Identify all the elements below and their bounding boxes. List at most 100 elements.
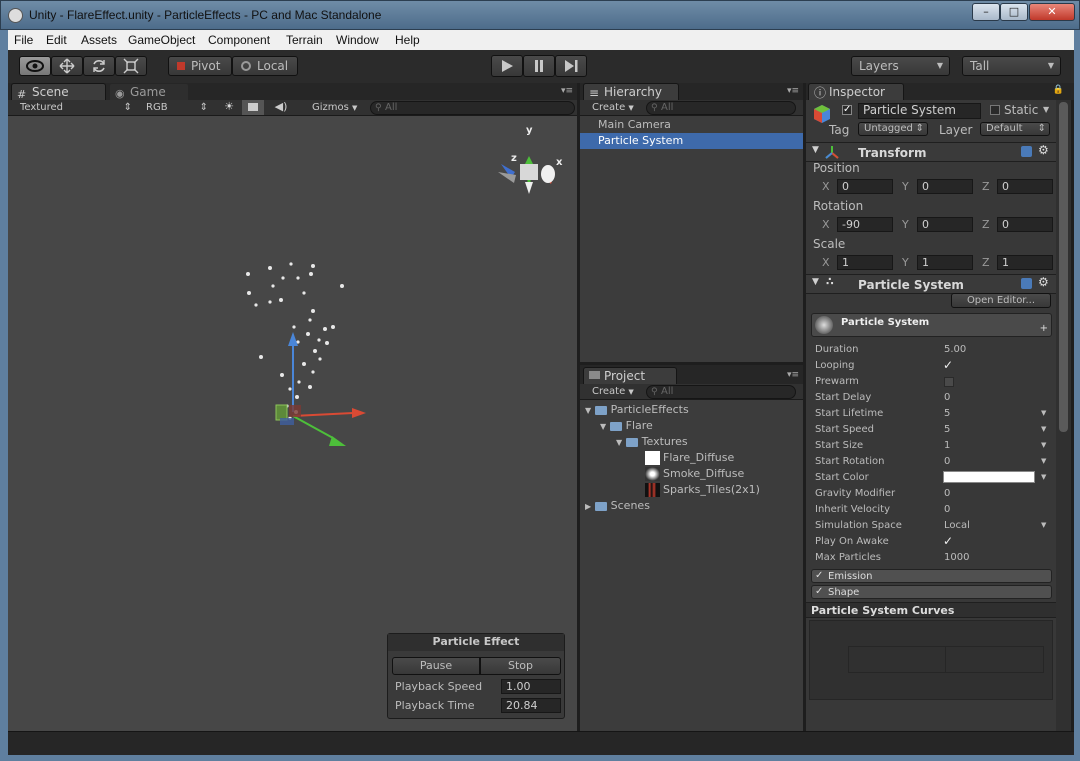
shape-module-header[interactable]: ✓ Shape	[811, 585, 1052, 599]
plus-icon[interactable]: +	[1040, 323, 1048, 334]
lock-icon[interactable]: 🔒	[1053, 85, 1064, 95]
curves-editor[interactable]	[809, 620, 1053, 700]
emission-module-header[interactable]: ✓ Emission	[811, 569, 1052, 583]
setting-value[interactable]: 1000	[944, 552, 969, 563]
tag-dropdown[interactable]: Untagged ⇕	[858, 122, 928, 136]
setting-value[interactable]: 1	[944, 440, 950, 451]
chevron-down-icon[interactable]: ▼	[1041, 441, 1046, 449]
inspector-scrollbar[interactable]	[1056, 100, 1071, 731]
start-color-swatch[interactable]	[943, 471, 1035, 483]
setting-value[interactable]: 5.00	[944, 344, 966, 355]
playback-time-field[interactable]: 20.84	[501, 698, 561, 713]
minimize-button[interactable]: –	[972, 3, 1000, 21]
local-toggle-button[interactable]: Local	[232, 56, 298, 76]
rotation-y-field[interactable]: 0	[917, 217, 973, 232]
object-name-field[interactable]: Particle System	[858, 103, 981, 119]
menu-gameobject[interactable]: GameObject	[128, 33, 195, 47]
looping-checkbox[interactable]: ✓	[943, 359, 953, 371]
pivot-toggle-button[interactable]: Pivot	[168, 56, 232, 76]
setting-value[interactable]: 0	[944, 456, 950, 467]
chevron-down-icon[interactable]: ▼	[1043, 105, 1049, 114]
gear-icon[interactable]: ⚙	[1038, 143, 1049, 157]
render-mode-dropdown[interactable]: Textured ⇕	[20, 100, 132, 115]
tree-item[interactable]: Smoke_Diffuse	[645, 467, 744, 481]
setting-value[interactable]: 5	[944, 408, 950, 419]
tab-project[interactable]: Project	[583, 367, 677, 385]
menu-component[interactable]: Component	[208, 33, 270, 47]
prewarm-checkbox[interactable]	[944, 377, 954, 387]
move-tool-button[interactable]	[51, 56, 83, 76]
gear-icon[interactable]: ⚙	[1038, 275, 1049, 289]
position-z-field[interactable]: 0	[997, 179, 1053, 194]
playback-speed-field[interactable]: 1.00	[501, 679, 561, 694]
rotate-tool-button[interactable]	[83, 56, 115, 76]
panel-menu-icon[interactable]: ▾≡	[787, 86, 799, 96]
tree-item[interactable]: Sparks_Tiles(2x1)	[645, 483, 760, 497]
position-x-field[interactable]: 0	[837, 179, 893, 194]
menu-window[interactable]: Window	[336, 33, 379, 47]
open-editor-button[interactable]: Open Editor...	[951, 293, 1051, 308]
tab-game[interactable]: ◉ Game	[109, 83, 189, 101]
tree-item[interactable]: Flare_Diffuse	[645, 451, 734, 465]
hierarchy-item-selected[interactable]: Particle System	[580, 133, 803, 149]
tree-item[interactable]: ▼ ParticleEffects	[585, 403, 689, 416]
setting-value[interactable]: 0	[944, 488, 950, 499]
tab-hierarchy[interactable]: ≡ Hierarchy	[583, 83, 679, 101]
scale-y-field[interactable]: 1	[917, 255, 973, 270]
help-icon[interactable]	[1021, 278, 1032, 289]
setting-value[interactable]: Local	[944, 520, 970, 531]
chevron-down-icon[interactable]: ▼	[1041, 409, 1046, 417]
play-on-awake-checkbox[interactable]: ✓	[943, 535, 953, 547]
hierarchy-create-dropdown[interactable]: Create ▼	[592, 100, 638, 115]
scene-lighting-toggle[interactable]: ☀	[218, 100, 240, 115]
hierarchy-item[interactable]: Main Camera	[598, 118, 671, 131]
scale-x-field[interactable]: 1	[837, 255, 893, 270]
tab-scene[interactable]: # Scene	[11, 83, 106, 101]
setting-value[interactable]: 5	[944, 424, 950, 435]
step-button[interactable]	[555, 55, 587, 77]
scene-search-input[interactable]: ⚲ All	[370, 101, 575, 115]
tab-inspector[interactable]: ⓘ Inspector	[808, 83, 904, 101]
maximize-button[interactable]: □	[1000, 3, 1028, 21]
active-checkbox[interactable]: ✓	[842, 105, 852, 115]
play-button[interactable]	[491, 55, 523, 77]
close-button[interactable]: ✕	[1029, 3, 1075, 21]
tree-item[interactable]: ▼ Textures	[616, 435, 688, 448]
layers-dropdown[interactable]: Layers ▼	[851, 56, 950, 76]
gizmos-dropdown[interactable]: Gizmos ▼	[312, 100, 364, 115]
chevron-down-icon[interactable]: ▼	[1041, 425, 1046, 433]
particle-pause-button[interactable]: Pause	[392, 657, 480, 675]
help-icon[interactable]	[1021, 146, 1032, 157]
scale-z-field[interactable]: 1	[997, 255, 1053, 270]
scrollbar-thumb[interactable]	[1059, 102, 1068, 432]
menu-assets[interactable]: Assets	[81, 33, 117, 47]
panel-menu-icon[interactable]: ▾≡	[787, 370, 799, 380]
color-mode-dropdown[interactable]: RGB ⇕	[146, 100, 208, 115]
chevron-down-icon[interactable]: ▼	[1041, 473, 1046, 481]
layer-dropdown[interactable]: Default ⇕	[980, 122, 1050, 136]
rotation-z-field[interactable]: 0	[997, 217, 1053, 232]
hierarchy-search-input[interactable]: ⚲ All	[646, 101, 796, 115]
particle-system-component-header[interactable]: ▼ ∴ Particle System ⚙	[806, 274, 1056, 294]
menu-help[interactable]: Help	[395, 33, 420, 47]
scale-tool-button[interactable]	[115, 56, 147, 76]
chevron-down-icon[interactable]: ▼	[1041, 457, 1046, 465]
menu-file[interactable]: File	[14, 33, 33, 47]
view-tool-button[interactable]	[19, 56, 51, 76]
tree-item[interactable]: ▶ Scenes	[585, 499, 650, 512]
particle-stop-button[interactable]: Stop	[480, 657, 561, 675]
curves-header[interactable]: Particle System Curves	[806, 602, 1056, 618]
project-create-dropdown[interactable]: Create ▼	[592, 384, 638, 399]
transform-component-header[interactable]: ▼ Transform ⚙	[806, 142, 1056, 162]
panel-menu-icon[interactable]: ▾≡	[561, 86, 573, 96]
scene-viewport[interactable]: y x z Particle Effect Pause Stop Playbac…	[8, 116, 577, 731]
project-search-input[interactable]: ⚲ All	[646, 385, 796, 399]
rotation-x-field[interactable]: -90	[837, 217, 893, 232]
position-y-field[interactable]: 0	[917, 179, 973, 194]
layout-dropdown[interactable]: Tall ▼	[962, 56, 1061, 76]
setting-value[interactable]: 0	[944, 504, 950, 515]
scene-fx-toggle[interactable]	[242, 100, 264, 115]
particle-module-header[interactable]: Particle System +	[811, 313, 1052, 337]
static-checkbox[interactable]	[990, 105, 1000, 115]
menu-edit[interactable]: Edit	[46, 33, 67, 47]
